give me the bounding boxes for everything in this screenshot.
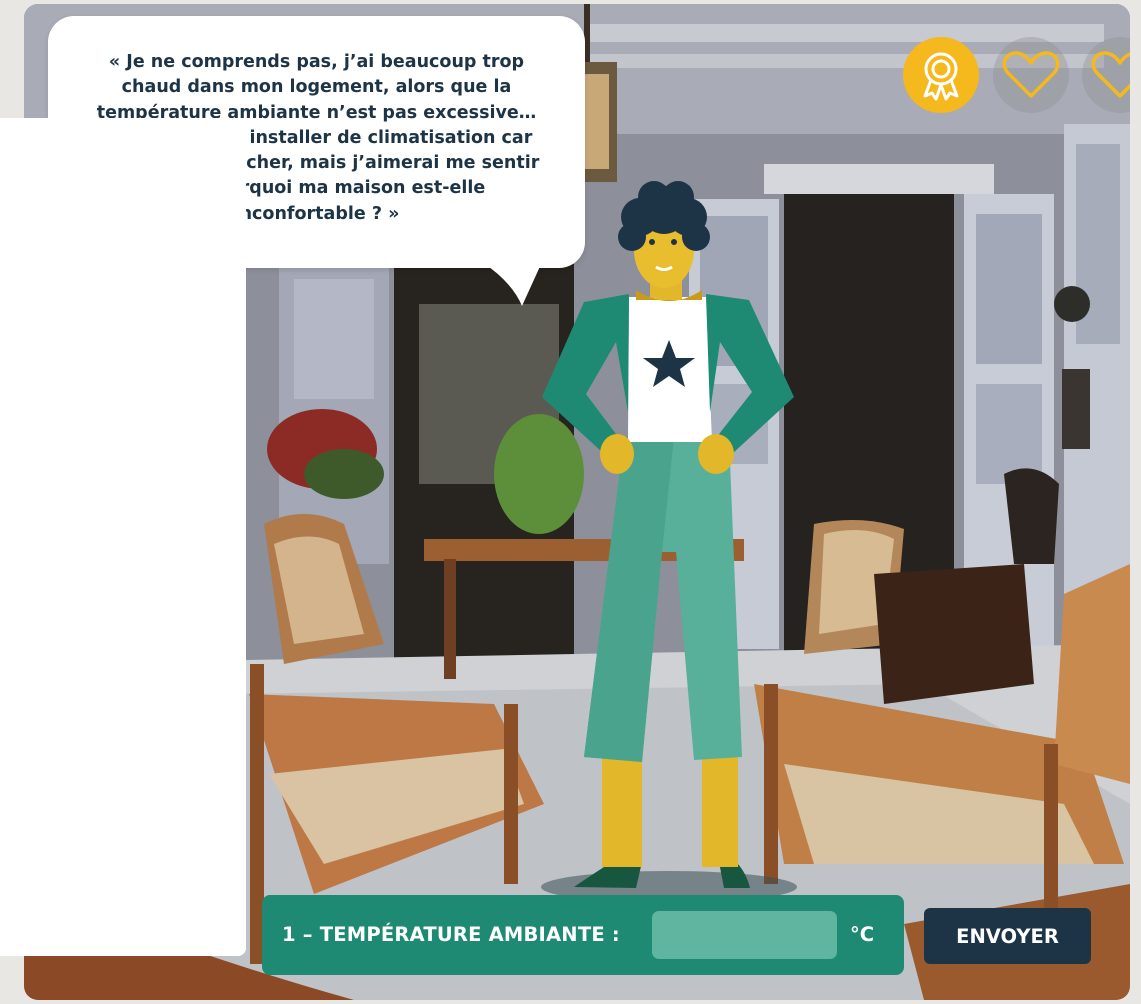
answer-bar: 1 – TEMPÉRATURE AMBIANTE : °C: [262, 895, 904, 975]
overlay-panel: [0, 118, 246, 956]
send-button[interactable]: ENVOYER: [924, 908, 1091, 964]
speech-bubble-tail: [482, 262, 542, 306]
heart-outline-icon: [993, 37, 1069, 113]
award-ribbon-icon: [903, 37, 979, 113]
unit-label: °C: [850, 923, 875, 946]
answer-label: 1 – TEMPÉRATURE AMBIANTE :: [282, 923, 620, 946]
character-woman: [541, 181, 797, 902]
temperature-input[interactable]: [652, 911, 837, 959]
